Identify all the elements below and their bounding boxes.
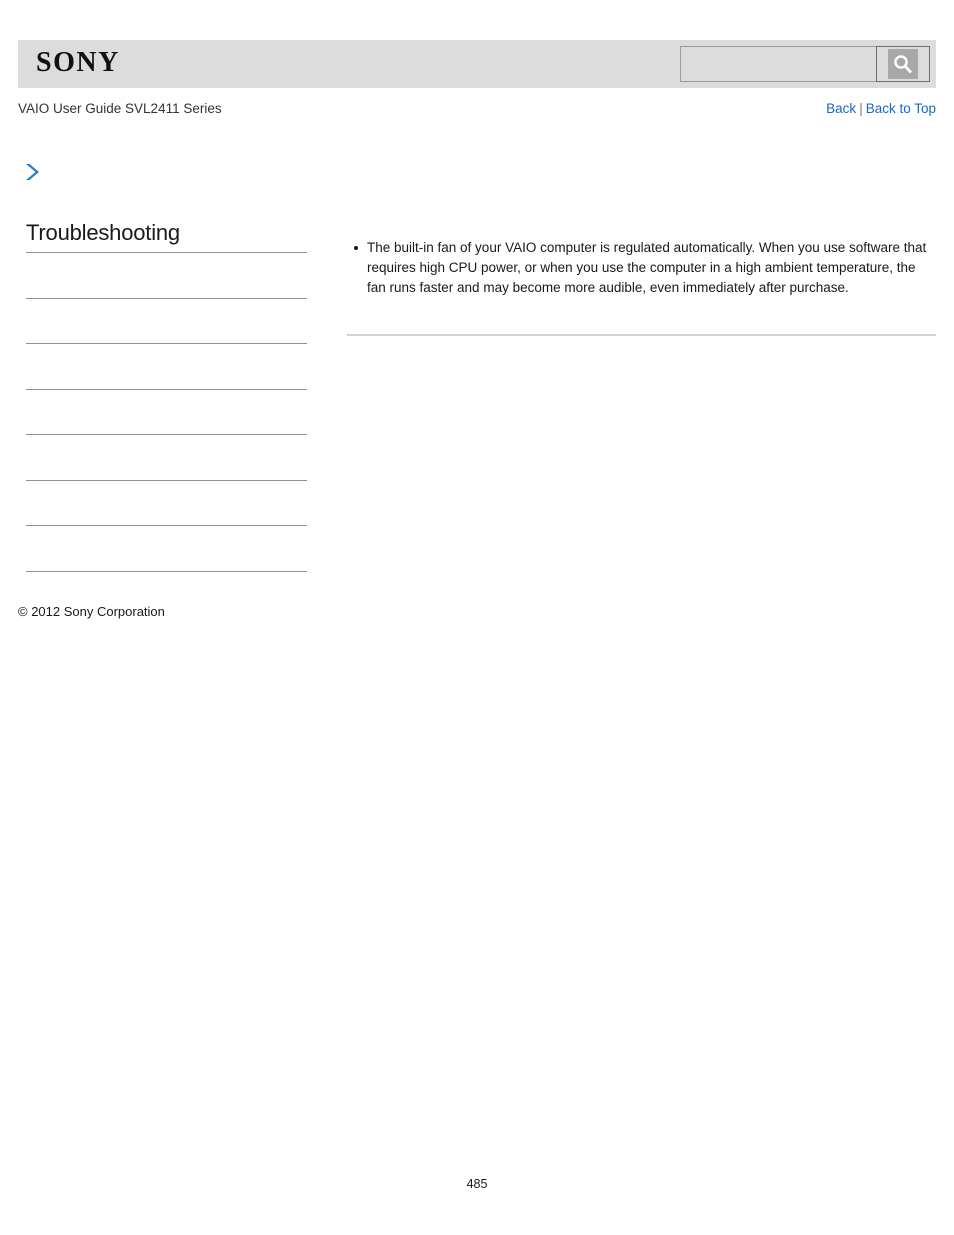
nav-separator: | <box>859 101 863 116</box>
content-divider <box>347 334 936 336</box>
back-link[interactable]: Back <box>826 101 856 116</box>
search-input[interactable] <box>680 46 876 82</box>
sidebar-item-7[interactable] <box>26 525 307 571</box>
main-content: The built-in fan of your VAIO computer i… <box>347 238 936 299</box>
sidebar-item-4[interactable] <box>26 388 307 435</box>
header-navigation: Back | Back to Top <box>826 101 936 116</box>
chevron-right-icon[interactable] <box>22 162 42 182</box>
sidebar-heading: Troubleshooting <box>26 220 180 245</box>
sidebar-item-5[interactable] <box>26 434 307 480</box>
sidebar-item-3[interactable] <box>26 343 307 389</box>
list-item: The built-in fan of your VAIO computer i… <box>354 238 936 299</box>
search-icon <box>888 49 918 79</box>
search-area <box>680 46 930 82</box>
sidebar-item-2[interactable] <box>26 297 307 344</box>
sony-logo: SONY <box>36 47 120 78</box>
back-to-top-link[interactable]: Back to Top <box>866 101 936 116</box>
guide-title: VAIO User Guide SVL2411 Series <box>18 101 222 116</box>
site-header-bar: SONY <box>18 40 936 88</box>
search-button[interactable] <box>876 46 930 82</box>
sidebar-item-1[interactable] <box>26 252 307 298</box>
page-number: 485 <box>466 1177 488 1191</box>
sidebar-item-6[interactable] <box>26 479 307 526</box>
copyright-text: © 2012 Sony Corporation <box>18 604 165 619</box>
content-bullet-list: The built-in fan of your VAIO computer i… <box>347 238 936 299</box>
sidebar-navigation: Troubleshooting <box>26 220 307 616</box>
